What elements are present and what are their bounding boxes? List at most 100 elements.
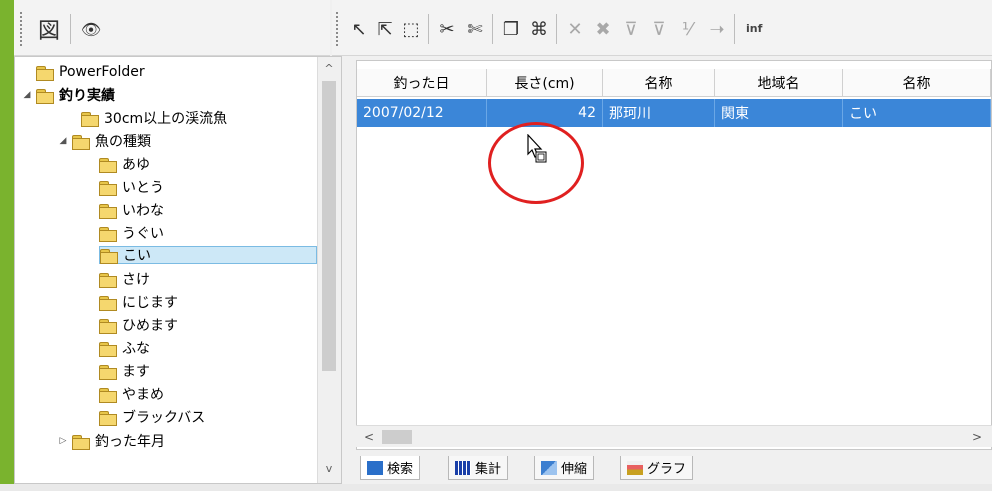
- tree-item-label: こい: [123, 248, 151, 264]
- column-header[interactable]: 地域名: [715, 69, 843, 97]
- scroll-thumb[interactable]: [322, 81, 336, 371]
- tree-item[interactable]: ◢ 釣り実績: [21, 86, 115, 104]
- table-cell[interactable]: こい: [843, 99, 991, 127]
- tree-item-label: さけ: [122, 272, 150, 288]
- grid-horizontal-scrollbar[interactable]: < >: [356, 425, 992, 447]
- folder-icon: [99, 410, 117, 426]
- tree-item-label: ふな: [122, 341, 150, 357]
- tree-item[interactable]: さけ: [99, 270, 150, 288]
- table-cell[interactable]: 関東: [715, 99, 843, 127]
- folder-icon: [72, 134, 90, 150]
- scroll-thumb[interactable]: [382, 430, 412, 444]
- tree-item[interactable]: PowerFolder: [21, 63, 145, 81]
- bottom-tabbar: 検索 集計 伸縮 グラフ: [356, 450, 992, 484]
- result-grid: 釣った日 長さ(cm) 名称 地域名 名称 2007/02/12 42 那珂川 …: [356, 60, 992, 450]
- left-toolbar: 図 👁: [14, 0, 330, 56]
- tree-item-label: ブラックバス: [122, 410, 206, 426]
- grid-map-icon[interactable]: 図: [34, 14, 64, 44]
- cut-filter-icon[interactable]: ✂: [434, 14, 460, 44]
- tree-item-label: うぐい: [122, 226, 164, 242]
- toolbar-separator: [70, 14, 71, 44]
- folder-icon: [99, 157, 117, 173]
- select-arrow-icon[interactable]: ↖: [346, 14, 372, 44]
- graph-tab-icon: [627, 460, 643, 475]
- bottom-strip: [0, 484, 992, 491]
- table-row[interactable]: 2007/02/12 42 那珂川 関東 こい: [357, 99, 991, 127]
- column-header[interactable]: 名称: [843, 69, 991, 97]
- toolbar-grip[interactable]: [20, 12, 22, 46]
- tab-aggregate[interactable]: 集計: [448, 456, 509, 480]
- scroll-left-icon[interactable]: <: [358, 426, 380, 448]
- folder-icon: [81, 111, 99, 127]
- filter-icon[interactable]: ⊽: [618, 14, 644, 44]
- folder-icon: [99, 180, 117, 196]
- folder-icon: [99, 318, 117, 334]
- right-toolbar: ↖ ⇱ ⬚ ✂ ✄ ❐ ⌘ ✕ ✖ ⊽ ⊽ ⅟ ➝ inf: [332, 0, 992, 56]
- tree-item-label: 30cm以上の渓流魚: [104, 111, 228, 127]
- column-header[interactable]: 長さ(cm): [487, 69, 603, 97]
- tree-item[interactable]: いわな: [99, 201, 164, 219]
- tree-item[interactable]: ◢ 魚の種類: [57, 132, 151, 150]
- tree-item-label: 釣った年月: [95, 434, 165, 450]
- tree-item[interactable]: やまめ: [99, 385, 164, 403]
- select-all-icon[interactable]: ⇱: [372, 14, 398, 44]
- column-header[interactable]: 名称: [603, 69, 715, 97]
- folder-icon: [72, 434, 90, 450]
- aggregate-tab-icon: [455, 460, 471, 475]
- copy-icon[interactable]: ❐: [498, 14, 524, 44]
- expander-icon[interactable]: ◢: [21, 90, 33, 100]
- column-header[interactable]: 釣った日: [357, 69, 487, 97]
- expander-icon[interactable]: ◢: [57, 136, 69, 146]
- html-icon[interactable]: ⌘: [526, 14, 552, 44]
- tree-item-selected[interactable]: こい: [99, 246, 317, 264]
- tab-label: 伸縮: [561, 462, 588, 477]
- tab-stretch[interactable]: 伸縮: [534, 456, 595, 480]
- table-cell[interactable]: 那珂川: [603, 99, 715, 127]
- tree-item[interactable]: いとう: [99, 178, 164, 196]
- tree-item[interactable]: ひめます: [99, 316, 178, 334]
- filter2-icon[interactable]: ⊽: [646, 14, 672, 44]
- tree-item-label: やまめ: [122, 387, 164, 403]
- stretch-tab-icon: [541, 460, 557, 475]
- toolbar-separator: [492, 14, 493, 44]
- tree-item[interactable]: にじます: [99, 293, 178, 311]
- scroll-up-icon[interactable]: ^: [318, 59, 340, 79]
- open-folder-icon: [100, 248, 118, 264]
- toolbar-separator: [734, 14, 735, 44]
- tree-item-label: ます: [122, 364, 150, 380]
- cut-alt-icon[interactable]: ✄: [462, 14, 488, 44]
- folder-icon: [99, 341, 117, 357]
- scroll-down-icon[interactable]: v: [318, 459, 340, 479]
- toolbar-separator: [428, 14, 429, 44]
- tree-item[interactable]: ▷ 釣った年月: [57, 432, 165, 450]
- folder-icon: [99, 295, 117, 311]
- tab-label: 集計: [475, 462, 502, 477]
- x-icon[interactable]: ✕: [562, 14, 588, 44]
- tree-item[interactable]: ます: [99, 362, 150, 380]
- tree-item[interactable]: うぐい: [99, 224, 164, 242]
- tree-item[interactable]: ブラックバス: [99, 408, 205, 426]
- scroll-right-icon[interactable]: >: [966, 426, 988, 448]
- folder-icon: [99, 272, 117, 288]
- tab-graph[interactable]: グラフ: [620, 456, 694, 480]
- tree-vertical-scrollbar[interactable]: ^ v: [317, 57, 341, 483]
- folder-icon: [99, 203, 117, 219]
- inf-label[interactable]: inf: [746, 22, 762, 35]
- xx-icon[interactable]: ✖: [590, 14, 616, 44]
- folder-icon: [99, 364, 117, 380]
- expander-icon[interactable]: ▷: [57, 436, 69, 446]
- select-box-icon[interactable]: ⬚: [398, 14, 424, 44]
- tree-item-label: PowerFolder: [59, 64, 145, 80]
- grid-header: 釣った日 長さ(cm) 名称 地域名 名称: [357, 69, 991, 97]
- left-accent-bar: [0, 0, 14, 491]
- tree-item[interactable]: 30cm以上の渓流魚: [81, 109, 227, 127]
- arrow-right-icon[interactable]: ➝: [704, 14, 730, 44]
- tree-item[interactable]: あゆ: [99, 155, 150, 173]
- eye-icon[interactable]: 👁: [76, 14, 106, 44]
- toolbar-grip[interactable]: [336, 12, 338, 46]
- fraction-icon[interactable]: ⅟: [674, 14, 700, 44]
- table-cell[interactable]: 2007/02/12: [357, 99, 487, 127]
- tree-item[interactable]: ふな: [99, 339, 150, 357]
- tab-search[interactable]: 検索: [360, 456, 421, 480]
- drag-cursor-icon: [527, 134, 547, 163]
